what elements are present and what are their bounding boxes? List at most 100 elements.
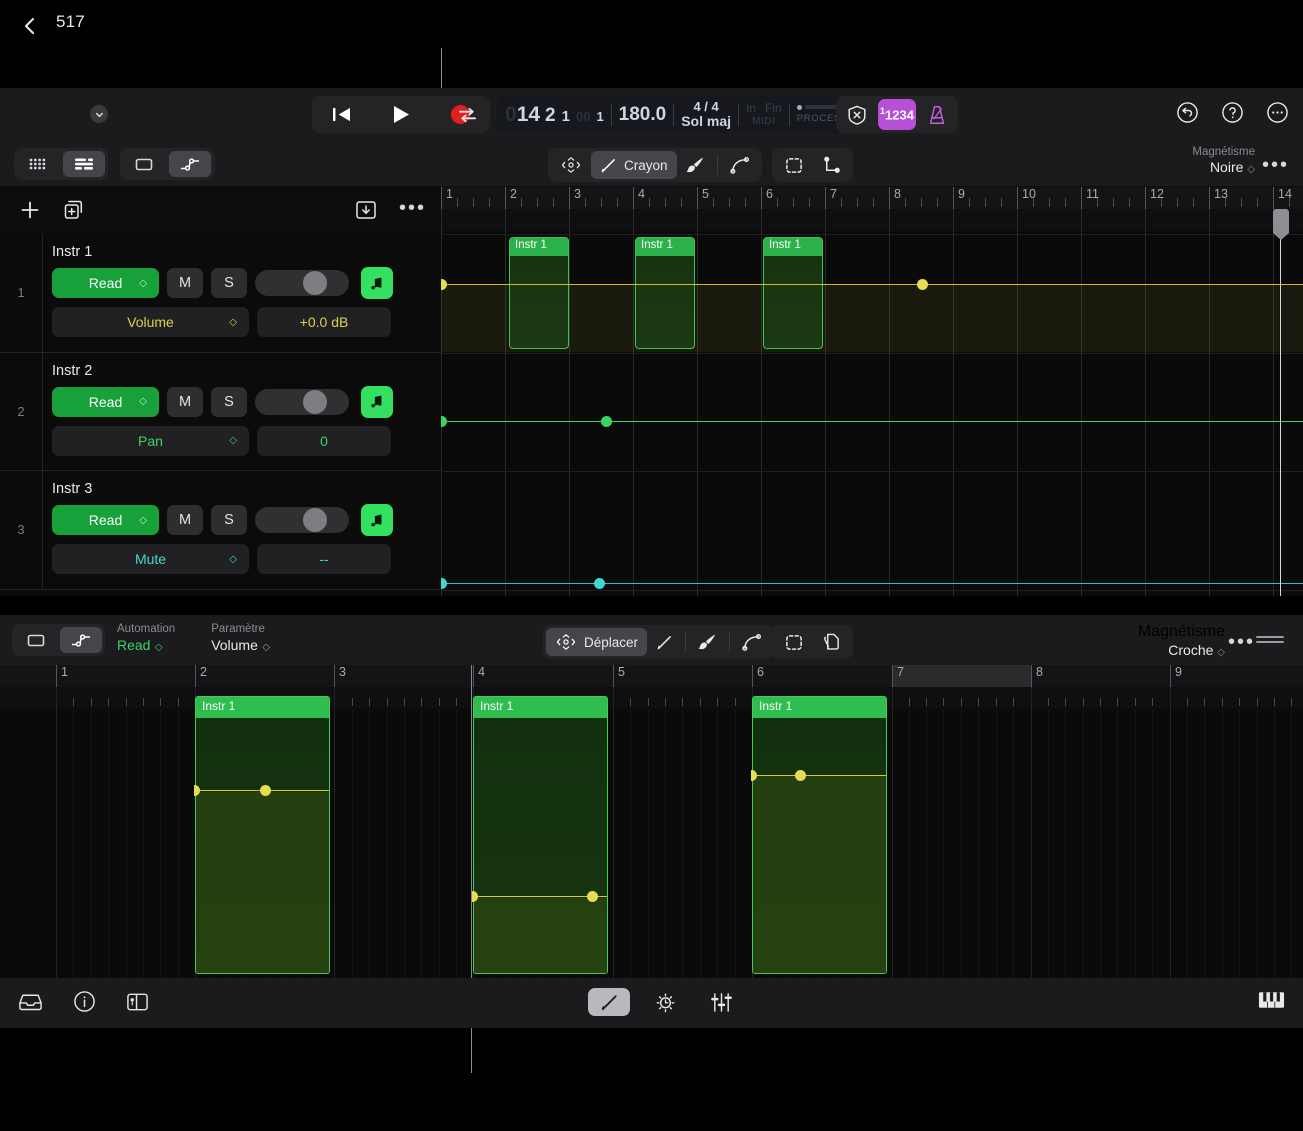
automation-mode-button[interactable]: Read ◇ (52, 386, 159, 417)
midi-instrument-icon[interactable] (361, 267, 393, 299)
metronome-icon[interactable] (920, 100, 954, 130)
solo-button[interactable]: S (211, 268, 247, 298)
playhead-line[interactable] (1280, 209, 1281, 596)
midi-instrument-icon[interactable] (361, 504, 393, 536)
more-options-icon[interactable] (1266, 101, 1289, 129)
arrange-region[interactable]: Instr 1 (763, 237, 823, 349)
automation-mode-button[interactable]: Read ◇ (52, 268, 159, 298)
automation-point[interactable] (917, 279, 928, 290)
parameter-select[interactable]: Mute ◇ (52, 544, 249, 574)
mute-button[interactable]: M (167, 268, 203, 298)
automation-mode-selector[interactable]: Automation Read ◇ (117, 623, 175, 655)
play-icon[interactable] (371, 96, 430, 133)
automation-line[interactable] (441, 583, 1303, 584)
back-button[interactable] (18, 14, 42, 38)
toolbar-more-button[interactable]: ••• (1262, 155, 1289, 175)
solo-button[interactable]: S (211, 386, 247, 417)
metronome-disabled-icon[interactable] (840, 100, 874, 130)
parameter-select[interactable]: Pan ◇ (52, 425, 249, 456)
mute-button[interactable]: M (167, 386, 203, 417)
automation-start-point[interactable] (441, 416, 447, 427)
parameter-value[interactable]: +0.0 dB (257, 307, 391, 337)
tracks-view-button[interactable] (63, 151, 105, 177)
grid-view-button[interactable] (17, 151, 59, 177)
automation-editor[interactable]: 1 2 3 4 5 6 7 8 9 Instr 1 Instr 1 Instr … (0, 665, 1303, 978)
automation-mode-button[interactable]: Read ◇ (52, 505, 159, 535)
plus-icon[interactable] (18, 198, 42, 222)
editor-playhead-line[interactable] (471, 665, 472, 978)
track-header[interactable]: 3 Instr 3 Read ◇ M S Mute ◇ -- (0, 471, 441, 590)
rewind-to-start-icon[interactable] (312, 96, 371, 133)
pencil-tool[interactable] (647, 628, 682, 656)
pointer-tool[interactable] (551, 151, 591, 179)
editor-more-button[interactable]: ••• (1228, 632, 1255, 652)
marquee-select-icon[interactable] (775, 628, 813, 656)
automation-point[interactable] (601, 416, 612, 427)
key-signature[interactable]: 4 / 4 Sol maj (681, 100, 731, 128)
flex-corner-icon[interactable] (813, 151, 850, 179)
midi-activity[interactable]: In Fin MIDI (746, 101, 782, 127)
slider-knob[interactable] (303, 389, 327, 414)
playhead-handle[interactable] (1273, 209, 1289, 240)
curve-tool[interactable] (721, 151, 759, 179)
midi-instrument-icon[interactable] (361, 385, 393, 418)
import-icon[interactable] (355, 199, 377, 221)
editor-region[interactable]: Instr 1 (752, 696, 887, 974)
editor-region[interactable]: Instr 1 (473, 696, 608, 974)
automation-point[interactable] (594, 578, 605, 589)
brush-tool[interactable] (689, 628, 726, 656)
mute-button[interactable]: M (167, 505, 203, 535)
chevron-down-icon[interactable] (90, 105, 108, 123)
pencil-tool[interactable] (588, 988, 630, 1016)
track-name[interactable]: Instr 1 (52, 244, 429, 260)
resize-grip-icon[interactable] (1255, 632, 1285, 650)
curve-tool[interactable] (733, 628, 771, 656)
count-in-button[interactable]: 11234 (878, 99, 916, 130)
automation-view-button[interactable] (169, 151, 211, 177)
copy-pages-icon[interactable] (813, 628, 850, 656)
marquee-select-icon[interactable] (775, 151, 813, 179)
track-name[interactable]: Instr 3 (52, 481, 429, 497)
arrange-region[interactable]: Instr 1 (635, 237, 695, 349)
slider-knob[interactable] (303, 508, 327, 532)
automation-start-point[interactable] (441, 578, 447, 589)
volume-slider[interactable] (255, 270, 349, 296)
automation-line[interactable] (441, 284, 1303, 285)
parameter-select[interactable]: Volume ◇ (52, 307, 249, 337)
arrange-region[interactable]: Instr 1 (509, 237, 569, 349)
editor-region[interactable]: Instr 1 (195, 696, 330, 974)
info-icon[interactable] (73, 990, 96, 1018)
tempo-value[interactable]: 180.0 (619, 104, 667, 126)
cycle-loop-icon[interactable] (446, 96, 488, 133)
slider-knob[interactable] (303, 271, 327, 295)
brush-tool[interactable] (677, 151, 714, 179)
duplicate-track-icon[interactable] (62, 198, 86, 222)
project-name[interactable]: 517 (56, 12, 85, 32)
track-header-more-button[interactable]: ••• (399, 198, 426, 218)
region-view-button[interactable] (15, 627, 57, 653)
automation-point[interactable] (795, 770, 806, 781)
region-view-button[interactable] (123, 151, 165, 177)
playhead-position[interactable]: 0 14 2 1 00 1 (505, 103, 604, 127)
automation-view-button[interactable] (60, 627, 102, 653)
editor-snap-control[interactable]: Magnétisme Croche ◇ (1138, 622, 1225, 660)
faders-icon[interactable] (700, 988, 742, 1016)
parameter-value[interactable]: 0 (257, 425, 391, 456)
volume-slider[interactable] (255, 388, 349, 415)
automation-line[interactable] (441, 421, 1303, 422)
parameter-value[interactable]: -- (257, 544, 391, 574)
automation-point[interactable] (587, 891, 598, 902)
undo-icon[interactable] (1176, 101, 1199, 129)
pencil-tool[interactable]: Crayon (591, 151, 677, 179)
track-name[interactable]: Instr 2 (52, 363, 429, 379)
automation-point[interactable] (260, 785, 271, 796)
piano-keyboard-icon[interactable] (1258, 990, 1285, 1015)
quantize-icon[interactable] (644, 988, 686, 1016)
help-icon[interactable] (1221, 101, 1244, 129)
lcd-display[interactable]: 0 14 2 1 00 1 180.0 4 / 4 Sol maj In Fin M… (497, 96, 879, 133)
arrange-area[interactable]: 1 2 3 4 5 6 7 8 9 10 11 12 13 14 Instr 1… (441, 187, 1303, 596)
track-header[interactable]: 2 Instr 2 Read ◇ M S Pan ◇ 0 (0, 352, 441, 471)
snap-control[interactable]: Magnétisme Noire ◇ (1192, 145, 1255, 177)
library-icon[interactable] (18, 991, 43, 1018)
volume-slider[interactable] (255, 507, 349, 533)
